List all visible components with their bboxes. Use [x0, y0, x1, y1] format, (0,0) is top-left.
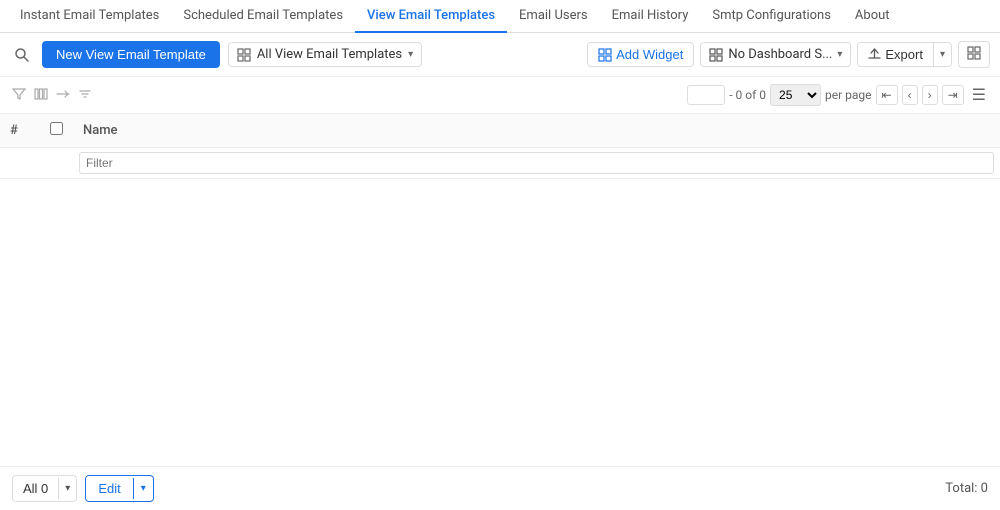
all-button[interactable]: All 0 — [13, 476, 58, 501]
total-label: Total: 0 — [945, 481, 988, 496]
filter-check-cell — [40, 148, 73, 179]
tab-view[interactable]: View Email Templates — [355, 0, 507, 33]
per-page-select[interactable]: 25 50 100 — [770, 84, 821, 106]
view-dropdown[interactable]: All View Email Templates ▾ — [228, 42, 422, 67]
dashboard-label: No Dashboard S... — [728, 47, 832, 62]
new-view-email-template-button[interactable]: New View Email Template — [42, 41, 220, 68]
export-icon — [868, 48, 881, 61]
all-dropdown-button[interactable]: ▾ — [58, 478, 76, 499]
dropdown-label: All View Email Templates — [257, 47, 402, 62]
filter-button[interactable] — [10, 85, 28, 106]
dashboard-dropdown[interactable]: No Dashboard S... ▾ — [700, 42, 851, 67]
next-page-button[interactable]: › — [922, 85, 938, 105]
dashboard-icon — [709, 48, 723, 62]
pagination-controls: 0 - 0 of 0 25 50 100 per page ⇤ ‹ › ⇥ ☰ — [687, 83, 990, 107]
search-button[interactable] — [10, 43, 34, 67]
table-container: # Name — [0, 114, 1000, 179]
export-dropdown-button[interactable]: ▾ — [933, 43, 951, 66]
tab-email-users[interactable]: Email Users — [507, 0, 600, 33]
all-dropdown: All 0 ▾ — [12, 475, 77, 502]
export-group: Export ▾ — [857, 42, 952, 67]
grid-icon — [967, 46, 981, 60]
sort-button[interactable] — [76, 85, 94, 106]
export-label: Export — [885, 47, 923, 62]
filter-num-cell — [0, 148, 40, 179]
filter-name-cell — [73, 148, 1000, 179]
add-widget-label: Add Widget — [616, 47, 683, 62]
toolbar-right: Add Widget No Dashboard S... ▾ Export ▾ — [587, 41, 990, 68]
bottom-bar: All 0 ▾ Edit ▾ Total: 0 — [0, 466, 1000, 510]
per-page-label: per page — [825, 88, 872, 102]
pagination-bar: 0 - 0 of 0 25 50 100 per page ⇤ ‹ › ⇥ ☰ — [0, 77, 1000, 114]
tab-scheduled[interactable]: Scheduled Email Templates — [171, 0, 355, 33]
grid-view-button[interactable] — [958, 41, 990, 68]
last-page-button[interactable]: ⇥ — [942, 85, 964, 105]
col-header-name: Name — [73, 114, 1000, 148]
edit-button[interactable]: Edit — [86, 476, 132, 501]
tab-bar: Instant Email TemplatesScheduled Email T… — [0, 0, 1000, 33]
toolbar: New View Email Template All View Email T… — [0, 33, 1000, 77]
tab-about[interactable]: About — [843, 0, 902, 33]
select-all-checkbox[interactable] — [50, 122, 63, 135]
tab-instant[interactable]: Instant Email Templates — [8, 0, 171, 33]
dashboard-chevron-icon: ▾ — [837, 49, 842, 60]
add-widget-button[interactable]: Add Widget — [587, 42, 694, 67]
range-text: - 0 of 0 — [729, 88, 766, 102]
data-table: # Name — [0, 114, 1000, 179]
export-button[interactable]: Export — [858, 43, 933, 66]
table-header-row: # Name — [0, 114, 1000, 148]
name-filter-input[interactable] — [79, 152, 994, 174]
expand-button[interactable] — [54, 85, 72, 106]
tab-smtp[interactable]: Smtp Configurations — [700, 0, 843, 33]
edit-dropdown: Edit ▾ — [85, 475, 153, 502]
edit-dropdown-button[interactable]: ▾ — [133, 478, 153, 499]
first-page-button[interactable]: ⇤ — [876, 85, 898, 105]
table-icon — [237, 48, 251, 62]
tab-email-history[interactable]: Email History — [600, 0, 701, 33]
col-header-num: # — [0, 114, 40, 148]
menu-button[interactable]: ☰ — [968, 83, 990, 107]
filter-icons — [10, 85, 94, 106]
chevron-down-icon: ▾ — [408, 49, 413, 60]
columns-button[interactable] — [32, 85, 50, 106]
filter-row — [0, 148, 1000, 179]
prev-page-button[interactable]: ‹ — [902, 85, 918, 105]
page-input[interactable]: 0 — [687, 85, 725, 105]
col-header-check[interactable] — [40, 114, 73, 148]
widget-icon — [598, 48, 612, 62]
